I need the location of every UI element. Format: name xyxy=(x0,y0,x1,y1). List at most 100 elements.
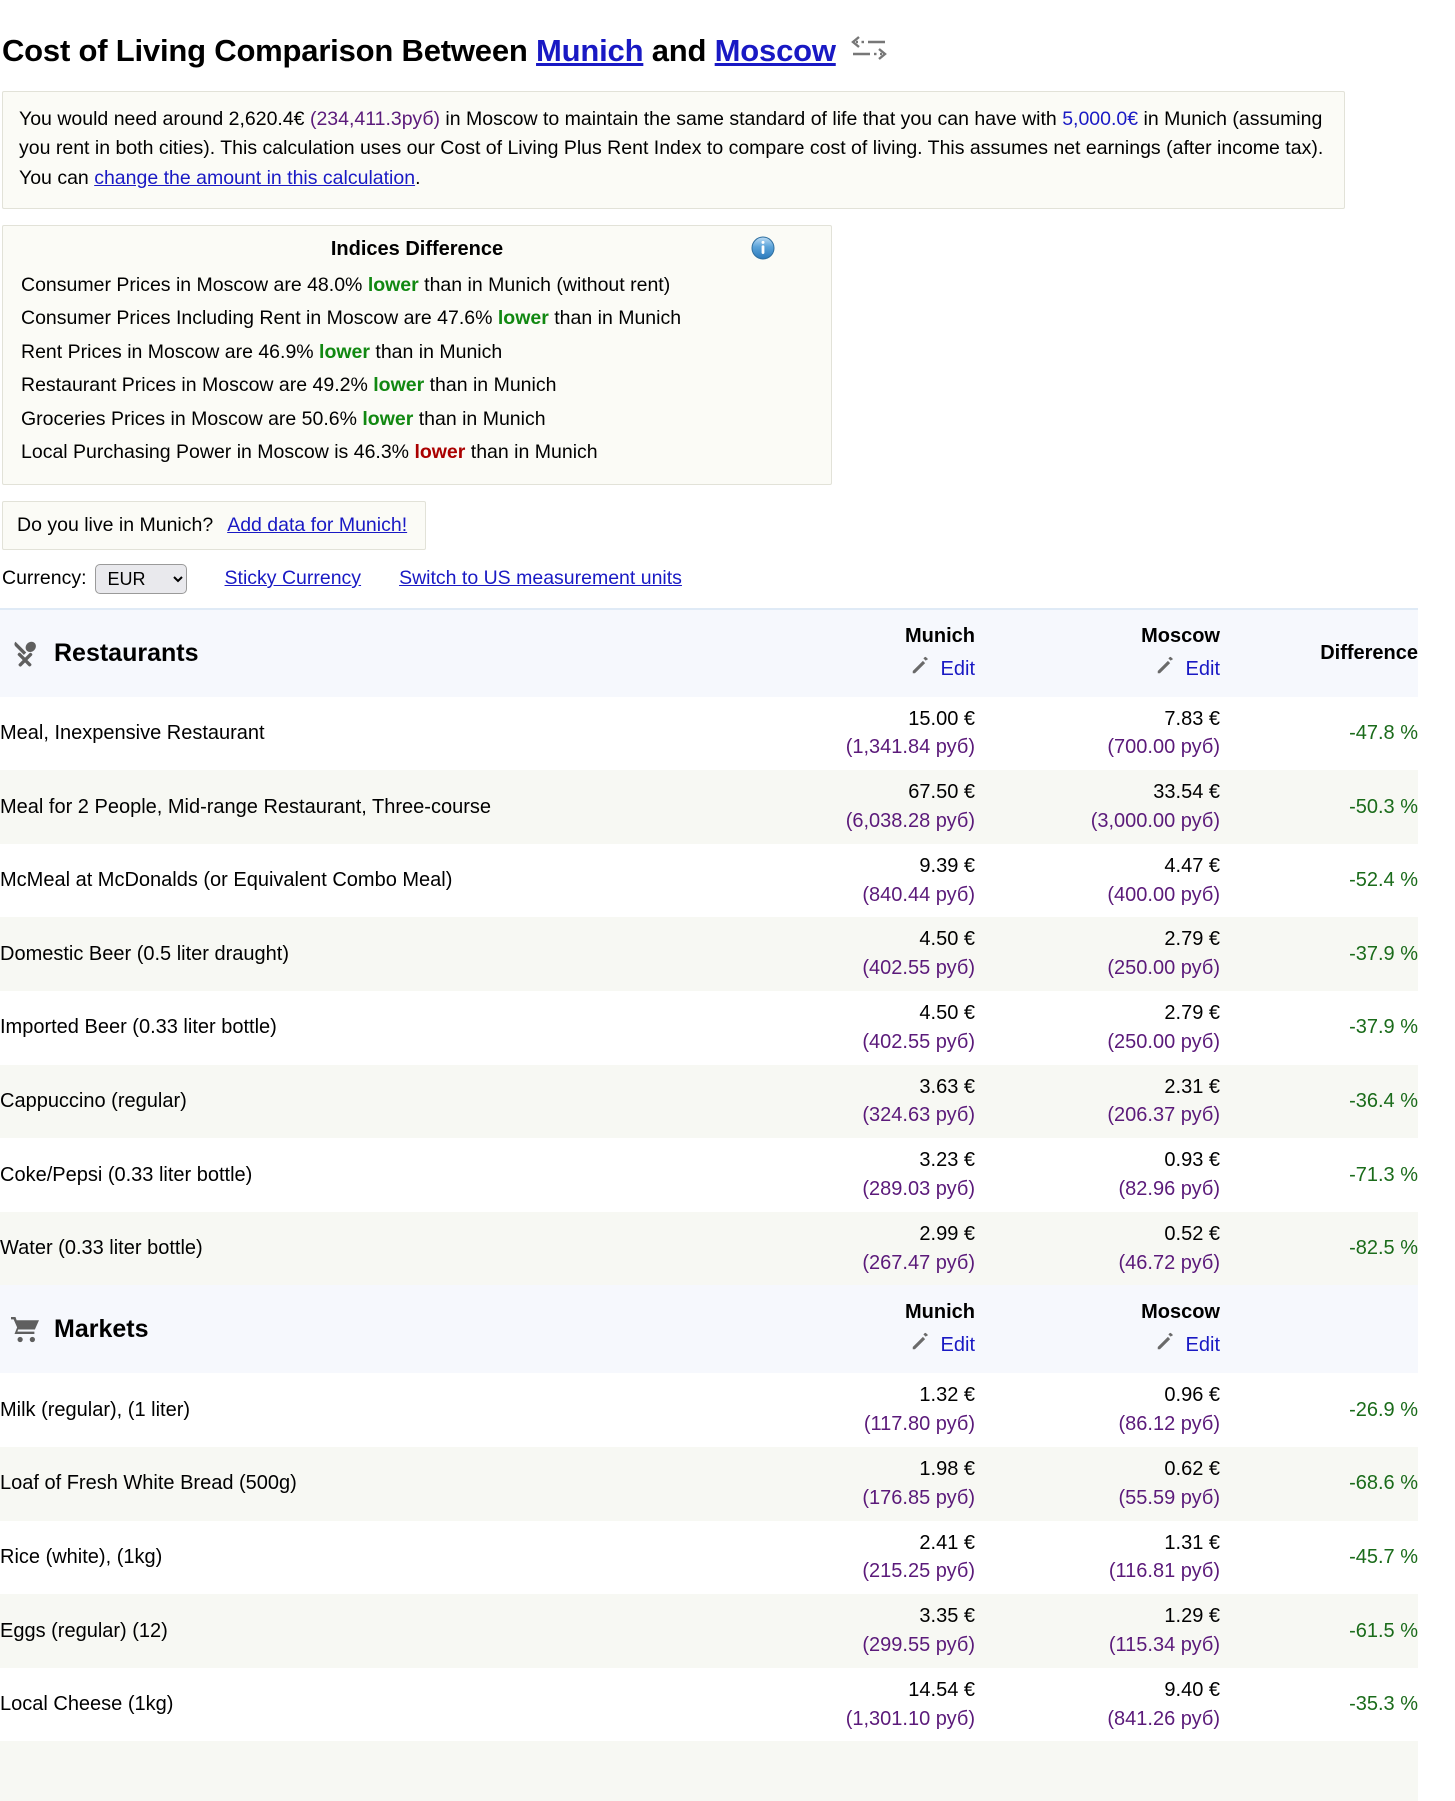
price-eur: 0.96 € xyxy=(1164,1384,1220,1407)
pencil-icon xyxy=(1155,654,1177,684)
info-icon[interactable] xyxy=(751,236,775,260)
price-eur: 9.40 € xyxy=(1164,1678,1220,1701)
price-eur: 2.99 € xyxy=(919,1222,975,1245)
price-eur: 4.50 € xyxy=(919,928,975,951)
difference-value: -61.5 % xyxy=(1349,1619,1418,1642)
price-eur: 3.23 € xyxy=(919,1149,975,1172)
item-label: Meal, Inexpensive Restaurant xyxy=(0,721,265,744)
difference-value: -37.9 % xyxy=(1349,942,1418,965)
table-row: Domestic Beer (0.5 liter draught) 4.50 €… xyxy=(0,917,1418,992)
edit-moscow-button[interactable]: Edit xyxy=(975,654,1220,684)
price-moscow: 0.62 € (55.59 руб) xyxy=(975,1447,1220,1521)
price-rub: (176.85 руб) xyxy=(862,1486,975,1509)
sticky-currency-link[interactable]: Sticky Currency xyxy=(225,567,362,590)
price-rub: (55.59 руб) xyxy=(1118,1486,1220,1509)
item-label: Cappuccino (regular) xyxy=(0,1089,187,1112)
item-label: Eggs (regular) (12) xyxy=(0,1619,168,1642)
difference-value: -35.3 % xyxy=(1349,1693,1418,1716)
price-munich: 1.98 € (176.85 руб) xyxy=(730,1447,975,1521)
difference-value: -68.6 % xyxy=(1349,1472,1418,1495)
price-eur: 3.35 € xyxy=(919,1605,975,1628)
summary-amount-eur: 5,000.0€ xyxy=(1062,107,1139,130)
cost-of-living-table: Restaurants Munich Edit Moscow Edit Diff… xyxy=(0,607,1418,1801)
indices-line-post: than in Munich xyxy=(465,441,598,464)
table-row: Imported Beer (0.33 liter bottle) 4.50 €… xyxy=(0,991,1418,1065)
price-eur: 7.83 € xyxy=(1164,707,1220,730)
indices-line-word: lower xyxy=(414,441,466,464)
item-label: Milk (regular), (1 liter) xyxy=(0,1398,191,1421)
table-row: Coke/Pepsi (0.33 liter bottle) 3.23 € (28… xyxy=(0,1138,1418,1212)
column-header-moscow: Moscow Edit xyxy=(975,1285,1220,1373)
price-munich: 2.99 € (267.47 руб) xyxy=(730,1212,975,1286)
edit-label: Edit xyxy=(1185,658,1220,681)
indices-line-word: lower xyxy=(373,374,425,397)
currency-label: Currency: xyxy=(2,567,87,590)
section-header-markets: Markets Munich Edit Moscow Edit xyxy=(0,1285,1418,1374)
indices-line-word: lower xyxy=(362,407,414,430)
price-moscow: 33.54 € (3,000.00 руб) xyxy=(975,770,1220,844)
price-eur: 0.62 € xyxy=(1164,1458,1220,1481)
price-rub: (215.25 руб) xyxy=(862,1560,975,1583)
indices-line: Consumer Prices in Moscow are 48.0% lowe… xyxy=(15,269,819,303)
edit-label: Edit xyxy=(940,658,975,681)
currency-select[interactable]: EUR xyxy=(94,563,187,594)
edit-munich-button[interactable]: Edit xyxy=(730,1330,975,1360)
city-link-moscow[interactable]: Moscow xyxy=(715,33,836,68)
summary-amount-rub: (234,411.3руб) xyxy=(309,107,441,130)
difference-value: -47.8 % xyxy=(1349,721,1418,744)
item-label: Coke/Pepsi (0.33 liter bottle) xyxy=(0,1163,253,1186)
price-eur: 3.63 € xyxy=(919,1075,975,1098)
table-row: Loaf of Fresh White Bread (500g) 1.98 € (… xyxy=(0,1447,1418,1521)
difference-value: -82.5 % xyxy=(1349,1237,1418,1260)
price-eur: 9.39 € xyxy=(919,854,975,877)
swap-arrows-icon[interactable] xyxy=(848,33,890,70)
price-eur: 0.52 € xyxy=(1164,1222,1220,1245)
price-moscow: 7.83 € (700.00 руб) xyxy=(975,697,1220,771)
city-link-munich[interactable]: Munich xyxy=(536,33,643,68)
price-rub: (840.44 руб) xyxy=(862,883,975,906)
price-rub: (267.47 руб) xyxy=(862,1251,975,1274)
price-eur: 33.54 € xyxy=(1153,781,1220,804)
item-label xyxy=(0,1741,730,1801)
shopping-cart-icon xyxy=(10,1314,40,1344)
difference-value: -45.7 % xyxy=(1349,1545,1418,1568)
price-moscow: 2.79 € (250.00 руб) xyxy=(975,917,1220,991)
indices-line-word: lower xyxy=(319,340,370,363)
page-title-mid: and xyxy=(643,32,715,68)
add-data-question: Do you live in Munich? xyxy=(17,513,214,536)
price-rub: (206.37 руб) xyxy=(1107,1104,1220,1127)
add-data-panel: Do you live in Munich? Add data for Munic… xyxy=(2,500,427,550)
indices-line-post: than in Munich xyxy=(369,340,503,363)
indices-title: Indices Difference xyxy=(330,237,504,260)
price-munich: 4.50 € (402.55 руб) xyxy=(730,991,975,1065)
price-eur: 2.79 € xyxy=(1164,1002,1220,1025)
price-eur: 4.50 € xyxy=(919,1002,975,1025)
column-header-difference: Difference xyxy=(1320,641,1418,664)
column-header-moscow: Moscow Edit xyxy=(975,609,1220,697)
difference-value xyxy=(1220,1741,1418,1801)
price-eur: 1.32 € xyxy=(919,1384,975,1407)
price-rub: (1,341.84 руб) xyxy=(845,736,975,759)
column-city-name: Munich xyxy=(905,624,975,647)
price-eur: 1.98 € xyxy=(919,1458,975,1481)
price-munich: 4.50 € (402.55 руб) xyxy=(730,917,975,991)
price-rub: (250.00 руб) xyxy=(1107,957,1220,980)
item-label: Water (0.33 liter bottle) xyxy=(0,1237,203,1260)
add-data-link[interactable]: Add data for Munich! xyxy=(227,514,407,536)
page-title-prefix: Cost of Living Comparison Between xyxy=(2,32,537,68)
price-rub: (402.55 руб) xyxy=(862,1030,975,1053)
change-amount-link[interactable]: change the amount in this calculation xyxy=(94,167,415,189)
price-eur: 14.54 € xyxy=(908,1678,975,1701)
edit-munich-button[interactable]: Edit xyxy=(730,654,975,684)
switch-units-link[interactable]: Switch to US measurement units xyxy=(399,567,682,590)
edit-moscow-button[interactable]: Edit xyxy=(975,1330,1220,1360)
indices-line: Rent Prices in Moscow are 46.9% lower th… xyxy=(15,336,819,370)
page-title: Cost of Living Comparison Between Munich… xyxy=(0,21,1455,70)
indices-line-pre: Groceries Prices in Moscow are 50.6% xyxy=(21,407,363,430)
table-row: Milk (regular), (1 liter) 1.32 € (117.80 … xyxy=(0,1373,1418,1448)
price-rub: (402.55 руб) xyxy=(862,957,975,980)
item-label: Rice (white), (1kg) xyxy=(0,1545,163,1568)
summary-text-2: in Moscow to maintain the same standard … xyxy=(440,107,1063,130)
section-header-restaurants: Restaurants Munich Edit Moscow Edit Diff… xyxy=(0,608,1418,697)
price-rub: (250.00 руб) xyxy=(1107,1030,1220,1053)
